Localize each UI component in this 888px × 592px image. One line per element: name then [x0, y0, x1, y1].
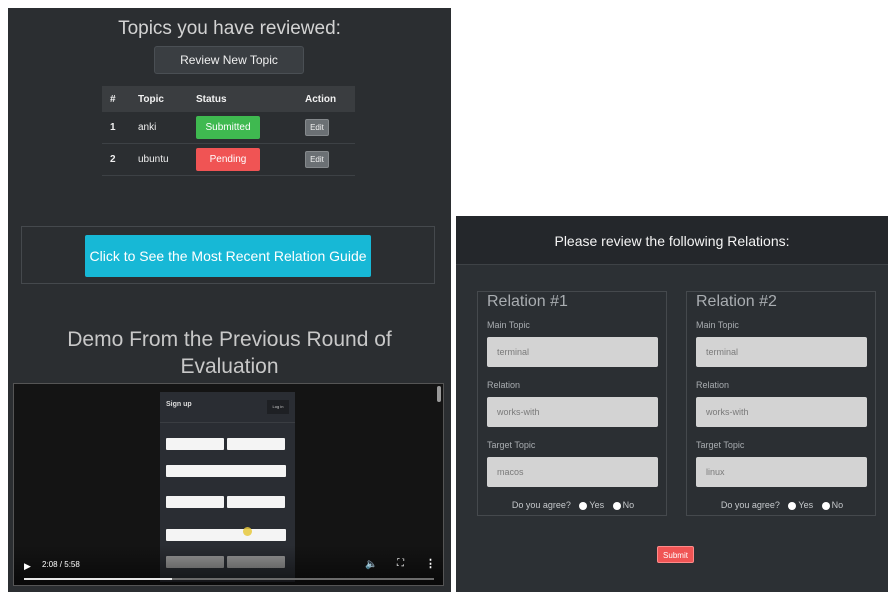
row-num: 2 [102, 143, 130, 176]
row-topic: anki [130, 112, 188, 144]
no-label: No [831, 500, 844, 510]
edit-button[interactable]: Edit [305, 119, 329, 136]
header-action: Action [297, 86, 355, 112]
video-scrollbar[interactable] [437, 386, 441, 402]
relation-title: Relation #1 [487, 293, 568, 310]
relation-label: Relation [487, 380, 521, 390]
main-topic-field[interactable]: terminal [696, 337, 867, 367]
cursor-highlight [243, 527, 252, 536]
email-field [166, 465, 286, 477]
fullscreen-icon[interactable]: ⛶ [397, 558, 404, 569]
table-row: 2 ubuntu Pending Edit [102, 143, 355, 176]
main-topic-field[interactable]: terminal [487, 337, 658, 367]
relation-field[interactable]: works-with [696, 397, 867, 427]
table-row: 1 anki Submitted Edit [102, 112, 355, 144]
relation-card-1: Relation #1 Main Topic terminal Relation… [477, 291, 667, 516]
submit-button[interactable]: Submit [657, 546, 694, 563]
demo-video-player[interactable]: Sign up Log in ▶ 2:08 / 5:58 🔈 ⛶ ⋮ [13, 383, 444, 586]
relations-review-panel: Please review the following Relations: R… [456, 216, 888, 592]
relation-label: Relation [696, 380, 730, 390]
relation-guide-box: Click to See the Most Recent Relation Gu… [21, 226, 435, 284]
signup-header: Sign up Log in [160, 392, 295, 423]
row-num: 1 [102, 112, 130, 144]
target-topic-field[interactable]: macos [487, 457, 658, 487]
row-action-cell: Edit [297, 143, 355, 176]
header-status: Status [188, 86, 297, 112]
row-status-cell: Submitted [188, 112, 297, 144]
agree-row: Do you agree? Yes No [478, 500, 668, 510]
last-name-field [227, 438, 285, 450]
username-field [166, 529, 286, 541]
yes-label: Yes [589, 500, 605, 510]
yes-radio[interactable] [579, 501, 588, 510]
relations-header-title: Please review the following Relations: [554, 233, 790, 249]
no-radio[interactable] [612, 501, 621, 510]
no-label: No [622, 500, 635, 510]
table-header-row: # Topic Status Action [102, 86, 355, 112]
edit-button[interactable]: Edit [305, 151, 329, 168]
years-field [166, 496, 224, 508]
review-new-topic-button[interactable]: Review New Topic [154, 46, 304, 74]
stackoverflow-field [227, 496, 285, 508]
header-num: # [102, 86, 130, 112]
row-topic: ubuntu [130, 143, 188, 176]
status-badge-submitted[interactable]: Submitted [196, 116, 260, 139]
agree-label: Do you agree? [720, 500, 780, 510]
video-controls: ▶ 2:08 / 5:58 🔈 ⛶ ⋮ [14, 545, 443, 585]
video-progress-fill [24, 578, 172, 580]
agree-label: Do you agree? [511, 500, 571, 510]
relation-card-2: Relation #2 Main Topic terminal Relation… [686, 291, 876, 516]
reviewed-topics-panel: Topics you have reviewed: Review New Top… [8, 8, 451, 592]
demo-title: Demo From the Previous Round of Evaluati… [67, 328, 392, 378]
yes-radio[interactable] [788, 501, 797, 510]
play-icon[interactable]: ▶ [24, 561, 31, 572]
status-badge-pending[interactable]: Pending [196, 148, 260, 171]
relations-header: Please review the following Relations: [456, 216, 888, 265]
signup-title: Sign up [166, 401, 192, 408]
main-topic-label: Main Topic [696, 320, 739, 330]
relation-title: Relation #2 [696, 293, 777, 310]
no-radio[interactable] [821, 501, 830, 510]
yes-label: Yes [798, 500, 814, 510]
main-topic-label: Main Topic [487, 320, 530, 330]
more-options-icon[interactable]: ⋮ [425, 557, 436, 570]
video-progress-bar[interactable] [24, 578, 434, 580]
header-topic: Topic [130, 86, 188, 112]
target-topic-label: Target Topic [487, 440, 536, 450]
row-action-cell: Edit [297, 112, 355, 144]
first-name-field [166, 438, 224, 450]
login-button: Log in [267, 400, 289, 414]
topics-table: # Topic Status Action 1 anki Submitted E… [102, 86, 355, 176]
target-topic-field[interactable]: linux [696, 457, 867, 487]
agree-row: Do you agree? Yes No [687, 500, 877, 510]
volume-icon[interactable]: 🔈 [365, 559, 377, 570]
target-topic-label: Target Topic [696, 440, 745, 450]
relation-field[interactable]: works-with [487, 397, 658, 427]
row-status-cell: Pending [188, 143, 297, 176]
relation-guide-button[interactable]: Click to See the Most Recent Relation Gu… [85, 235, 371, 277]
video-time: 2:08 / 5:58 [42, 560, 80, 569]
reviewed-topics-title: Topics you have reviewed: [118, 18, 341, 39]
